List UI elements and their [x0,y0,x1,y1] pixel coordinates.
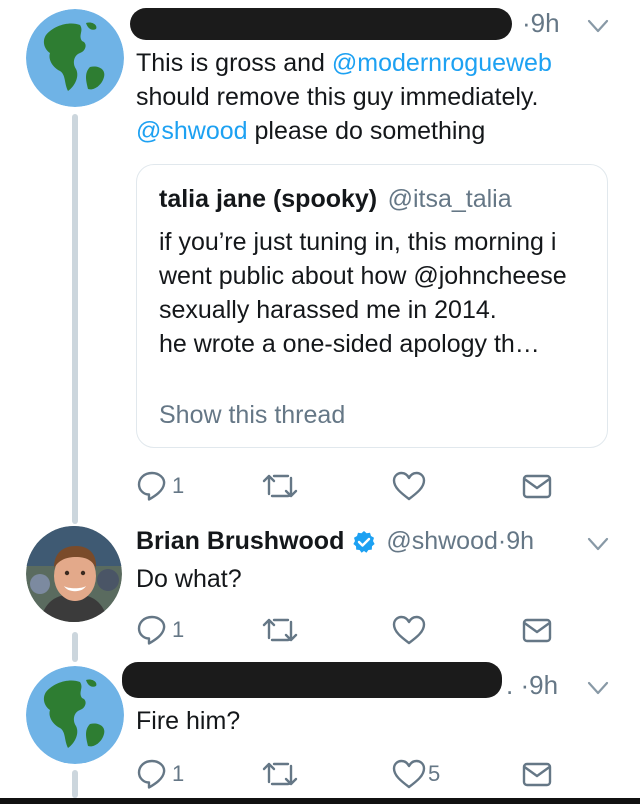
message-button[interactable] [522,760,552,788]
chevron-down-icon[interactable] [586,676,610,700]
message-button[interactable] [522,616,552,644]
chevron-down-icon[interactable] [586,14,610,38]
tweet-text: This is gross and @modernrogueweb should… [136,49,552,145]
reply-button[interactable]: 1 [136,470,184,502]
like-button[interactable] [392,614,426,646]
globe-avatar-icon[interactable] [26,9,124,107]
thread-line [72,632,78,662]
message-icon [522,762,552,787]
globe-avatar-icon[interactable] [26,666,124,764]
tweet-time: ·9h [522,8,560,38]
quoted-tweet-card[interactable]: talia jane (spooky) @itsa_talia if you’r… [136,164,608,448]
retweet-icon [262,762,298,786]
like-icon [392,471,426,501]
bottom-divider [0,798,640,804]
reply-icon [137,471,166,501]
tweet-text: Fire him? [136,707,241,735]
thread-line [72,114,78,524]
reply-button[interactable]: 1 [136,758,184,790]
reply-count: 1 [172,617,185,642]
thread-line [72,770,78,798]
tweet-header: Brian Brushwood @shwood ·9h [136,527,534,556]
like-button[interactable]: 5 [392,758,440,790]
redacted-name [122,662,502,698]
show-thread-link[interactable]: Show this thread [159,401,345,430]
reply-count: 1 [172,473,185,498]
quoted-author: talia jane (spooky) @itsa_talia [159,185,512,213]
message-icon [522,618,552,643]
retweet-icon [262,618,298,642]
message-icon [522,474,552,499]
like-button[interactable] [392,470,426,502]
reply-button[interactable]: 1 [136,614,184,646]
avatar[interactable] [26,526,122,622]
handle[interactable]: @shwood [386,527,498,556]
like-count: 5 [428,761,441,786]
display-name[interactable]: Brian Brushwood [136,527,344,556]
retweet-button[interactable] [262,614,298,646]
mention-link[interactable]: @modernrogueweb [332,49,552,77]
tweet-time: . ·9h [506,670,559,700]
like-icon [392,615,426,645]
retweet-button[interactable] [262,470,298,502]
quoted-text: if you’re just tuning in, this morning i… [159,228,567,358]
retweet-icon [262,474,298,498]
reply-icon [137,759,166,789]
message-button[interactable] [522,472,552,500]
reply-icon [137,615,166,645]
verified-badge-icon [353,530,375,553]
retweet-button[interactable] [262,758,298,790]
chevron-down-icon[interactable] [586,532,610,556]
reply-count: 1 [172,761,185,786]
tweet-time: ·9h [497,527,535,555]
redacted-name [130,8,512,40]
tweet-text: Do what? [136,565,242,593]
mention-link[interactable]: @shwood [136,117,248,145]
like-icon [392,759,426,789]
